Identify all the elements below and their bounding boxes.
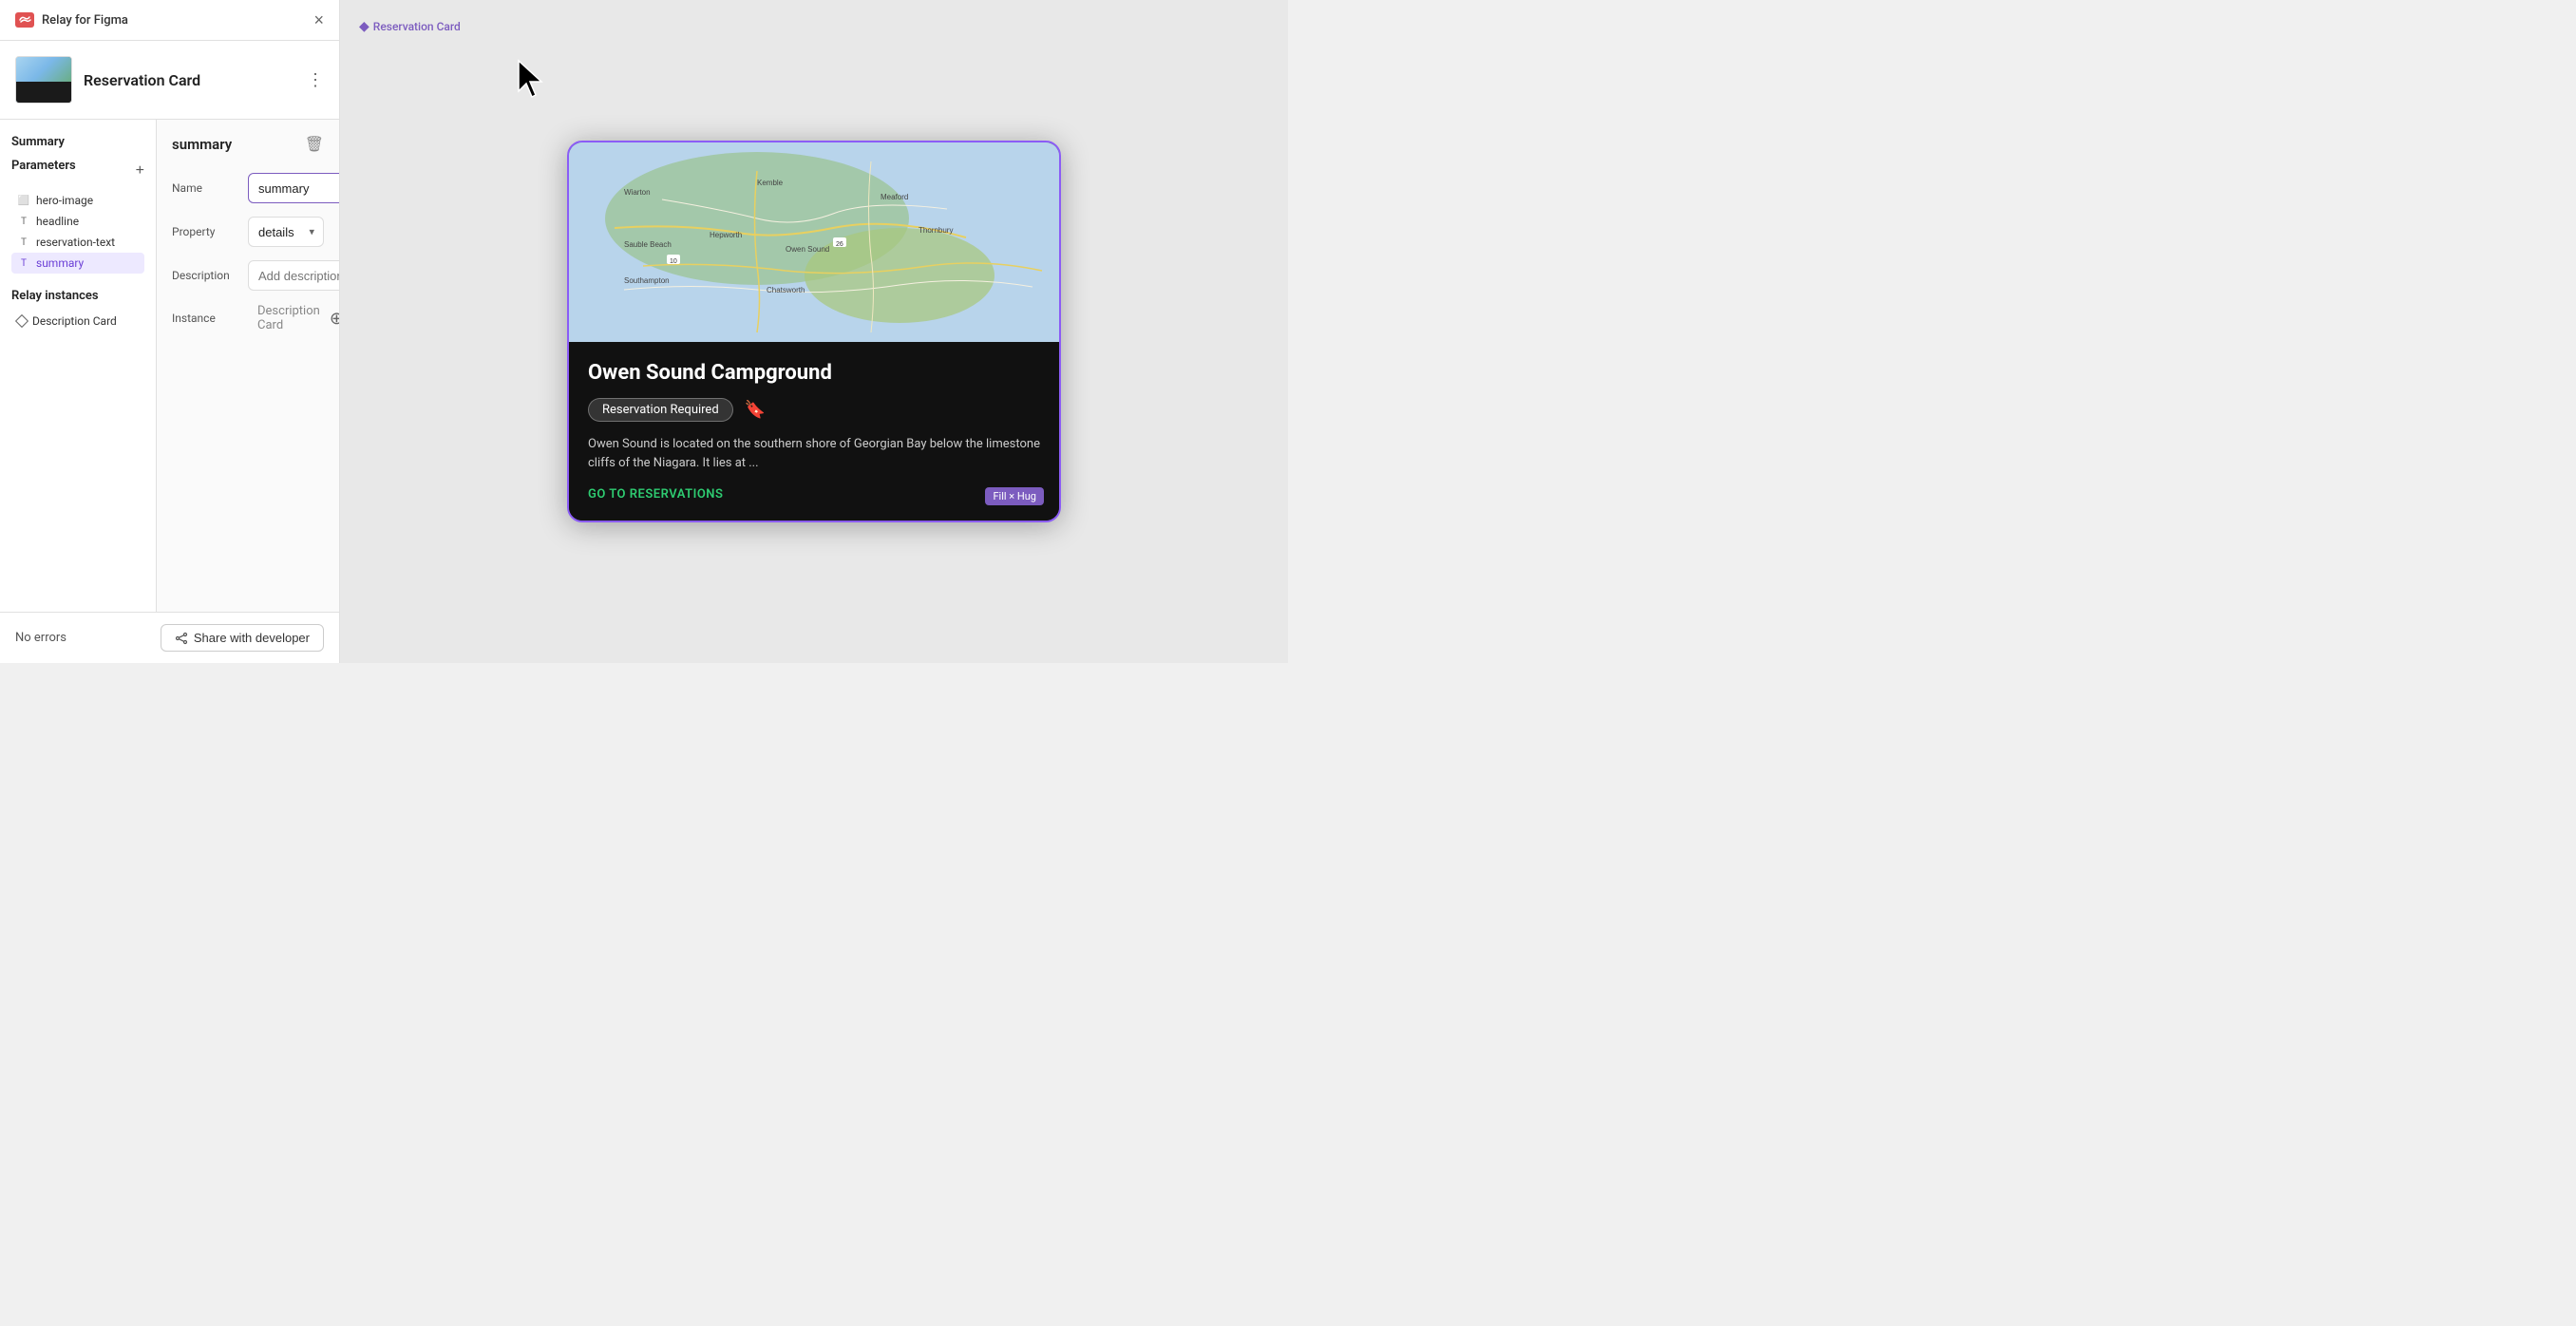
no-errors-label: No errors	[15, 631, 66, 645]
more-icon: ⋮	[307, 70, 324, 89]
svg-text:Chatsworth: Chatsworth	[767, 286, 805, 294]
bookmark-icon: 🔖	[745, 400, 766, 420]
component-header: Reservation Card ⋮	[0, 41, 339, 120]
property-select[interactable]: details title description label	[248, 217, 324, 247]
cursor-overlay	[511, 57, 549, 108]
selection-handle-bl	[567, 517, 573, 522]
svg-text:Meaford: Meaford	[881, 193, 908, 201]
relay-instances-title: Relay instances	[11, 289, 144, 303]
share-label: Share with developer	[194, 631, 310, 645]
name-label: Name	[172, 181, 248, 195]
panel-body: Summary Parameters + ⬜ hero-image T head…	[0, 120, 339, 612]
svg-text:26: 26	[836, 241, 843, 248]
parameters-section-header: Parameters +	[11, 159, 144, 182]
svg-text:Thornbury: Thornbury	[919, 226, 953, 235]
relay-item-description-card[interactable]: Description Card	[11, 311, 144, 332]
left-panel: Relay for Figma × Reservation Card ⋮ Sum…	[0, 0, 340, 663]
param-label-headline: headline	[36, 215, 79, 228]
svg-text:Wiarton: Wiarton	[624, 188, 651, 197]
detail-panel: summary 🗑 Name Property details title de…	[157, 120, 339, 612]
share-with-developer-button[interactable]: Share with developer	[161, 624, 324, 652]
selection-handle-br	[1055, 517, 1061, 522]
fill-hug-badge: Fill × Hug	[985, 487, 1044, 505]
purple-diamond-icon: ◆	[359, 19, 369, 34]
svg-text:Kemble: Kemble	[757, 179, 784, 187]
brand-label: Relay for Figma	[42, 13, 128, 28]
text-icon-reservation: T	[17, 236, 30, 249]
close-button[interactable]: ×	[313, 11, 324, 28]
trash-icon: 🗑	[305, 137, 324, 153]
crosshair-icon: ⊕	[330, 309, 339, 328]
add-parameter-button[interactable]: +	[136, 163, 144, 179]
name-row: Name	[172, 173, 324, 203]
selection-handle-tl	[569, 142, 573, 146]
description-input[interactable]	[248, 260, 339, 291]
crosshair-button[interactable]: ⊕	[330, 309, 339, 329]
description-row: Description	[172, 260, 324, 291]
text-icon-headline: T	[17, 215, 30, 228]
parameters-list: ⬜ hero-image T headline T reservation-te…	[11, 190, 144, 274]
detail-header: summary 🗑	[172, 135, 324, 154]
add-icon: +	[136, 162, 144, 179]
sidebar-left: Summary Parameters + ⬜ hero-image T head…	[0, 120, 157, 612]
name-input[interactable]	[248, 173, 339, 203]
property-select-wrapper: details title description label ▾	[248, 217, 324, 247]
parameters-title: Parameters	[11, 159, 76, 173]
card-description: Owen Sound is located on the southern sh…	[588, 435, 1040, 472]
card-map-area: Wiarton Kemble Meaford Sauble Beach Hepw…	[569, 142, 1059, 342]
instance-row: Instance Description Card ⊕	[172, 304, 324, 332]
image-icon: ⬜	[17, 194, 30, 207]
param-item-hero-image[interactable]: ⬜ hero-image	[11, 190, 144, 211]
canvas-label-text: Reservation Card	[373, 20, 461, 33]
description-label: Description	[172, 269, 248, 282]
svg-text:Hepworth: Hepworth	[710, 231, 742, 239]
instance-label: Instance	[172, 312, 248, 325]
param-label-hero-image: hero-image	[36, 194, 93, 207]
summary-section-title: Summary	[11, 135, 144, 149]
component-title: Reservation Card	[84, 71, 295, 89]
property-row: Property details title description label…	[172, 217, 324, 247]
svg-text:Southampton: Southampton	[624, 276, 670, 285]
text-icon-summary: T	[17, 256, 30, 270]
selection-handle-tr	[1055, 142, 1059, 146]
canvas-component-label: ◆ Reservation Card	[359, 19, 461, 34]
component-thumbnail	[15, 56, 72, 104]
trash-button[interactable]: 🗑	[305, 135, 324, 154]
param-item-headline[interactable]: T headline	[11, 211, 144, 232]
svg-text:Owen Sound: Owen Sound	[786, 245, 829, 254]
brand-icon	[15, 12, 34, 28]
diamond-icon	[15, 314, 28, 328]
property-label: Property	[172, 225, 248, 238]
svg-text:10: 10	[670, 258, 677, 265]
canvas-area: ◆ Reservation Card Wiarton Kemble	[340, 0, 1288, 663]
reservation-card: Wiarton Kemble Meaford Sauble Beach Hepw…	[567, 141, 1061, 522]
cursor-svg	[511, 57, 549, 104]
bottom-bar: No errors Share with developer	[0, 612, 339, 663]
brand-area: Relay for Figma	[15, 12, 128, 28]
close-icon: ×	[313, 10, 324, 29]
card-title: Owen Sound Campground	[588, 361, 1040, 385]
map-svg: Wiarton Kemble Meaford Sauble Beach Hepw…	[569, 142, 1059, 342]
relay-item-label: Description Card	[32, 314, 117, 328]
param-item-reservation-text[interactable]: T reservation-text	[11, 232, 144, 253]
instance-value: Description Card	[248, 304, 330, 332]
more-options-button[interactable]: ⋮	[307, 70, 324, 90]
card-badges: Reservation Required 🔖	[588, 398, 1040, 422]
param-label-reservation-text: reservation-text	[36, 236, 115, 249]
param-label-summary: summary	[36, 256, 84, 270]
share-icon	[175, 632, 188, 645]
svg-text:Sauble Beach: Sauble Beach	[624, 240, 672, 249]
card-cta: GO TO RESERVATIONS	[588, 487, 1040, 502]
detail-title: summary	[172, 136, 232, 153]
param-item-summary[interactable]: T summary	[11, 253, 144, 274]
reservation-required-badge: Reservation Required	[588, 398, 733, 422]
panel-header: Relay for Figma ×	[0, 0, 339, 41]
